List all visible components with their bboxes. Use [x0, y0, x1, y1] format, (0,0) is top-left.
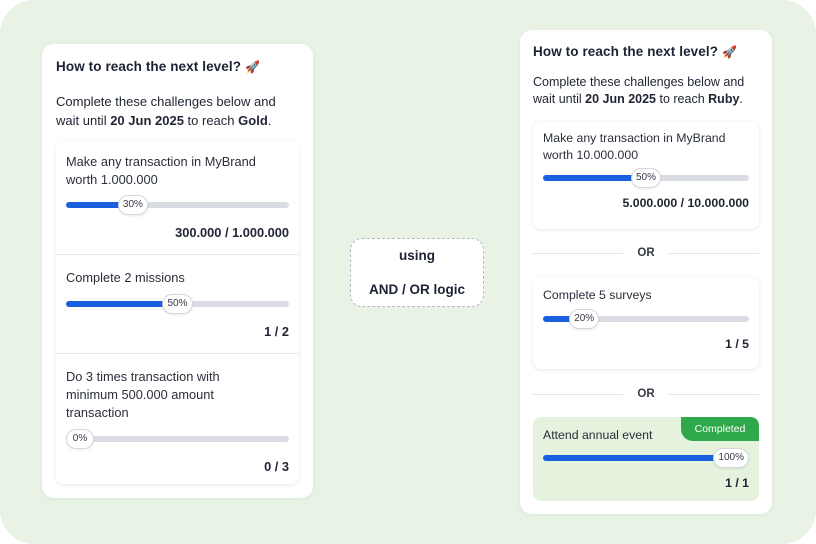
left-intro-middle: to reach — [187, 113, 235, 128]
or-label: OR — [637, 247, 655, 259]
progress-percent-label: 20% — [569, 309, 600, 329]
or-divider-line — [533, 253, 623, 254]
progress-percent-label: 30% — [117, 195, 148, 215]
right-intro-date: 20 Jun 2025 — [585, 92, 657, 106]
right-panel-title: How to reach the next level? 🚀 — [533, 44, 737, 59]
left-intro-date: 20 Jun 2025 — [110, 113, 184, 128]
left-intro: Complete these challenges below and wait… — [56, 92, 301, 130]
progress-count: 1 / 1 — [725, 476, 749, 490]
left-intro-level: Gold — [238, 113, 268, 128]
progress-count: 5.000.000 / 10.000.000 — [622, 196, 750, 210]
or-divider: OR — [533, 246, 759, 260]
progress-count: 1 / 5 — [725, 337, 749, 351]
right-level-panel: How to reach the next level? 🚀 Complete t… — [520, 30, 772, 514]
progress-track: 100% — [543, 448, 749, 468]
progress-track: 30% — [66, 195, 289, 215]
challenge-text: Complete 5 surveys — [543, 288, 652, 302]
right-intro-middle: to reach — [659, 92, 705, 106]
or-divider-line — [669, 253, 759, 254]
progress-track: 0% — [66, 429, 289, 449]
challenge-text: Make any transaction in MyBrand worth 1.… — [66, 154, 256, 187]
logic-callout: using AND / OR logic — [350, 238, 484, 307]
rocket-icon: 🚀 — [245, 60, 261, 74]
progress-percent-label: 50% — [630, 168, 661, 188]
progress-track: 50% — [543, 168, 749, 188]
left-level-panel: How to reach the next level? 🚀 Complete t… — [42, 44, 313, 498]
left-challenge-list: Make any transaction in MyBrand worth 1.… — [56, 141, 299, 484]
challenge-item: Make any transaction in MyBrand worth 1.… — [56, 141, 299, 254]
or-label: OR — [637, 388, 655, 400]
progress-count: 300.000 / 1.000.000 — [175, 225, 289, 240]
or-divider-line — [669, 394, 759, 395]
challenge-card: Make any transaction in MyBrand worth 10… — [533, 121, 759, 229]
right-panel-title-text: How to reach the next level? — [533, 44, 719, 59]
or-divider-line — [533, 394, 623, 395]
logic-callout-line2: AND / OR logic — [368, 282, 465, 297]
progress-percent-label: 100% — [713, 448, 749, 468]
challenge-card-completed: Completed Attend annual event 100% 1 / 1 — [533, 417, 759, 501]
progress-count: 0 / 3 — [264, 459, 289, 474]
progress-count: 1 / 2 — [264, 324, 289, 339]
left-panel-title: How to reach the next level? 🚀 — [56, 59, 260, 74]
progress-track: 20% — [543, 309, 749, 329]
completed-badge: Completed — [681, 417, 759, 441]
challenge-text: Make any transaction in MyBrand worth 10… — [543, 131, 726, 162]
challenge-text: Attend annual event — [543, 428, 653, 442]
challenge-text: Complete 2 missions — [66, 270, 185, 285]
right-intro-level: Ruby — [708, 92, 740, 106]
or-divider: OR — [533, 387, 759, 401]
right-intro: Complete these challenges below and wait… — [533, 74, 761, 108]
progress-percent-label: 50% — [162, 294, 193, 314]
challenge-card: Complete 5 surveys 20% 1 / 5 — [533, 277, 759, 369]
rocket-icon: 🚀 — [722, 45, 738, 59]
progress-percent-label: 0% — [66, 429, 94, 449]
progress-track: 50% — [66, 294, 289, 314]
challenge-text: Do 3 times transaction with minimum 500.… — [66, 369, 220, 420]
progress-fill — [66, 301, 178, 307]
challenge-item: Do 3 times transaction with minimum 500.… — [56, 353, 299, 484]
right-intro-suffix: . — [739, 92, 743, 106]
left-intro-suffix: . — [267, 113, 272, 128]
challenge-item: Complete 2 missions 50% 1 / 2 — [56, 254, 299, 353]
left-panel-title-text: How to reach the next level? — [56, 59, 242, 74]
logic-callout-line1: using — [399, 248, 435, 263]
